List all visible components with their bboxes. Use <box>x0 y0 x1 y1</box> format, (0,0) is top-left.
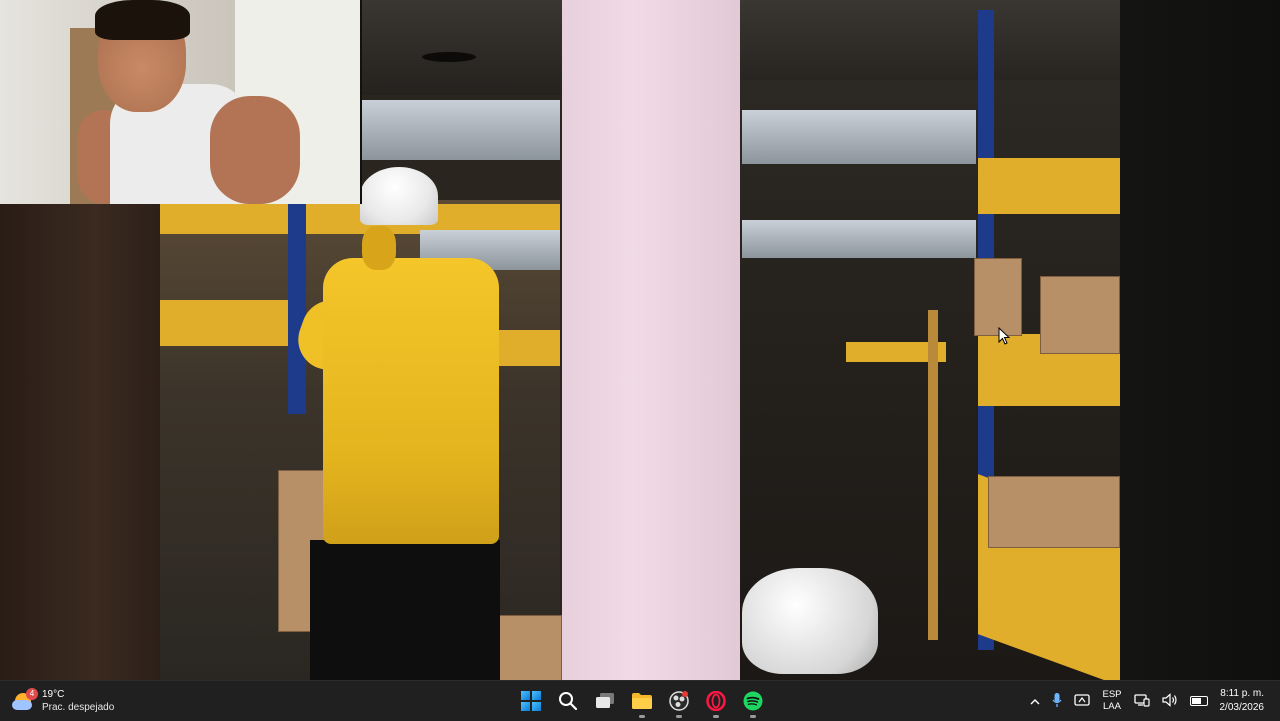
spotify-icon <box>743 691 762 711</box>
ear-muffs <box>362 226 396 270</box>
clock[interactable]: 8:11 p. m. 2/03/2026 <box>1220 687 1265 715</box>
metal-profiles <box>360 100 560 160</box>
wood-pole <box>928 310 938 640</box>
shelf-post <box>288 204 306 414</box>
weather-widget[interactable]: 4 19°C Prac. despejado <box>12 685 152 717</box>
pink-pillar <box>562 0 740 680</box>
weather-condition: Prac. despejado <box>42 701 115 713</box>
white-sack <box>742 568 878 674</box>
weather-badge: 4 <box>26 688 38 700</box>
search-button[interactable] <box>550 681 586 721</box>
folder-icon <box>631 693 652 709</box>
clock-date: 2/03/2026 <box>1219 702 1265 713</box>
cardboard-box <box>498 615 562 680</box>
chevron-up-icon[interactable] <box>1030 694 1040 709</box>
microphone-icon[interactable] <box>1052 692 1062 711</box>
metal-profiles <box>742 220 976 258</box>
spotify-button[interactable] <box>735 681 771 721</box>
windows-logo-icon <box>520 691 541 711</box>
obs-studio-icon <box>668 691 689 711</box>
clock-time: 8:11 p. m. <box>1220 688 1264 699</box>
start-button[interactable] <box>513 681 549 721</box>
desktop <box>0 0 1280 680</box>
background-left <box>0 204 160 680</box>
opera-gx-button[interactable] <box>698 681 734 721</box>
mouse-cursor-icon <box>998 326 1011 347</box>
battery-icon[interactable] <box>1189 694 1208 709</box>
keyboard-layout: LAA <box>1103 701 1121 712</box>
worker-legs <box>310 540 500 680</box>
ceiling-light <box>422 52 476 62</box>
worker-yellow-shirt <box>323 258 499 544</box>
file-explorer-button[interactable] <box>624 681 660 721</box>
language-indicator[interactable]: ESP LAA <box>1102 689 1121 713</box>
metal-profiles <box>742 110 976 164</box>
weather-sun-cloud-icon: 4 <box>12 688 38 714</box>
search-icon <box>558 692 577 711</box>
volume-icon[interactable] <box>1161 692 1178 710</box>
language-code: ESP <box>1102 689 1122 700</box>
opera-gx-icon <box>705 691 726 711</box>
taskbar: 4 19°C Prac. despejado ESP LAA 8:11 p. m… <box>0 680 1280 721</box>
shelf-beam <box>160 300 300 346</box>
background-right <box>1120 0 1280 680</box>
shelf-beam <box>978 158 1120 214</box>
obs-button[interactable] <box>661 681 697 721</box>
system-tray: ESP LAA 8:11 p. m. 2/03/2026 <box>1024 681 1280 721</box>
webcam-overlay <box>0 0 362 204</box>
webcam-person-hair <box>95 0 190 40</box>
webcam-person-arm <box>210 96 300 204</box>
cardboard-box <box>988 476 1120 548</box>
taskbar-apps <box>512 681 771 721</box>
screen-capture-icon[interactable] <box>1074 693 1091 710</box>
task-view-icon <box>595 693 614 708</box>
cardboard-box <box>974 258 1022 336</box>
task-view-button[interactable] <box>587 681 623 721</box>
weather-temperature: 19°C <box>42 688 65 700</box>
white-hard-hat <box>360 167 438 225</box>
network-icon[interactable] <box>1133 693 1150 710</box>
cardboard-box <box>1040 276 1120 354</box>
